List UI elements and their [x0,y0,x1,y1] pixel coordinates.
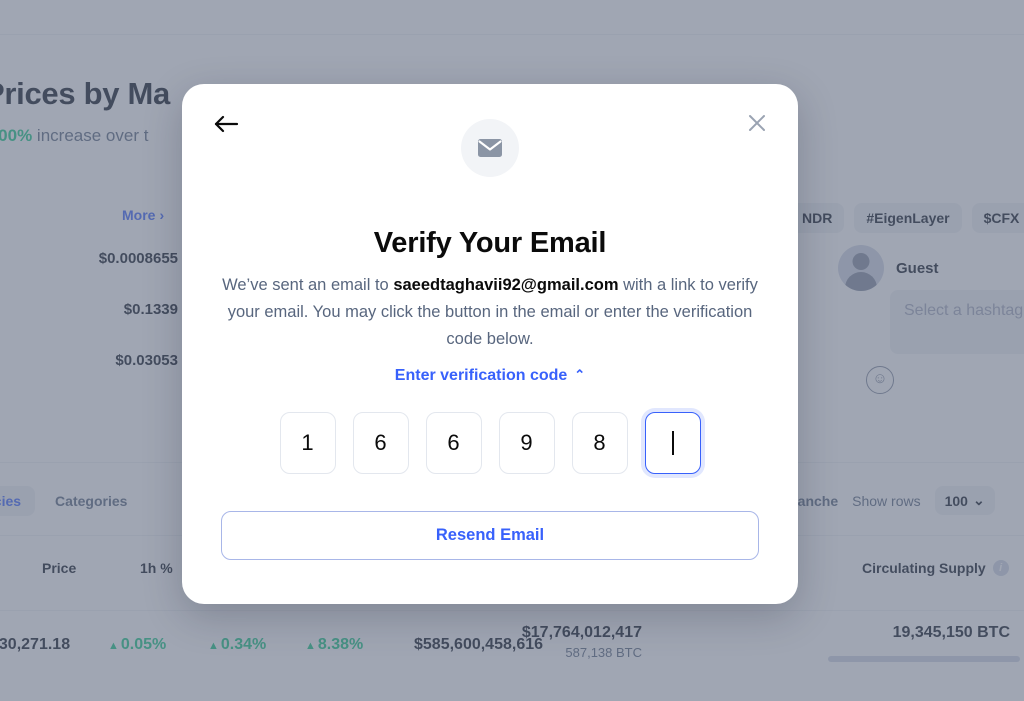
description-email: saeedtaghavii92@gmail.com [393,276,619,294]
modal-description: We’ve sent an email to saeedtaghavii92@g… [218,272,762,353]
enter-code-label: Enter verification code [394,367,568,384]
arrow-left-icon [214,115,239,133]
chevron-up-icon: ⌃ [574,367,586,382]
text-cursor [671,431,674,455]
close-button[interactable] [740,106,774,140]
verification-code-inputs: 1 6 6 9 8 [182,412,798,474]
modal-title: Verify Your Email [373,227,607,259]
verify-email-modal: Verify Your Email We’ve sent an email to… [182,84,798,604]
code-input-1[interactable]: 1 [279,412,336,474]
code-input-2[interactable]: 6 [352,412,409,474]
code-input-3[interactable]: 6 [425,412,482,474]
resend-email-button[interactable]: Resend Email [221,511,759,560]
code-input-5[interactable]: 8 [571,412,628,474]
envelope-icon [478,139,502,157]
enter-verification-code-toggle[interactable]: Enter verification code ⌃ [182,367,798,385]
close-icon [749,115,765,131]
code-input-4[interactable]: 9 [498,412,555,474]
code-input-6[interactable] [644,412,701,474]
page-root: Prices by Ma 2.00% increase over t More›… [0,0,1024,701]
description-before: We’ve sent an email to [222,276,394,294]
back-button[interactable] [208,106,244,142]
envelope-icon-circle [461,119,519,177]
